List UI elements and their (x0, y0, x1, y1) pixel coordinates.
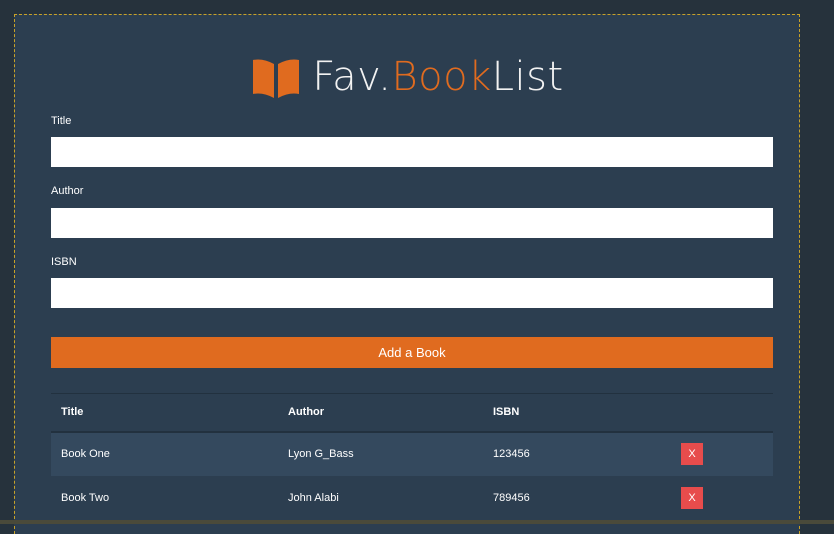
app-header: Fav.BookList (15, 49, 799, 105)
title-input[interactable] (51, 137, 773, 167)
app-title-fav: Fav. (312, 54, 392, 100)
table-header: Title Author ISBN (51, 393, 773, 432)
column-header-isbn: ISBN (493, 406, 520, 419)
app-container: Fav.BookList Title Author ISBN Add a Boo… (14, 14, 800, 534)
book-author-cell: Lyon G_Bass (288, 448, 354, 460)
isbn-field-label: ISBN (51, 256, 77, 268)
open-book-icon (250, 56, 302, 98)
book-actions-cell: X (671, 476, 773, 520)
book-author-cell: John Alabi (288, 491, 339, 504)
table-header-row: Title Author ISBN (51, 393, 773, 432)
app-title: Fav.BookList (312, 49, 563, 105)
book-isbn-cell: 789456 (493, 491, 530, 504)
add-book-button[interactable]: Add a Book (51, 337, 773, 368)
book-title-cell: Book Two (61, 491, 110, 504)
table-row: Book Two John Alabi 789456 X (51, 476, 773, 520)
author-input[interactable] (51, 208, 773, 238)
isbn-input[interactable] (51, 278, 773, 308)
book-actions-cell: X (671, 432, 773, 476)
table-row: Book One Lyon G_Bass 123456 X (51, 431, 773, 476)
column-header-author: Author (288, 406, 325, 419)
delete-book-button[interactable]: X (681, 443, 703, 465)
app-title-list: List (491, 54, 564, 100)
delete-book-button[interactable]: X (681, 486, 703, 509)
book-isbn-cell: 123456 (493, 448, 530, 460)
app-title-book: Book (391, 54, 492, 100)
page-bottom-edge (0, 520, 834, 524)
column-header-actions (671, 394, 773, 432)
column-header-title: Title (61, 406, 84, 419)
book-list: Book One Lyon G_Bass 123456 X Book Two J… (51, 431, 773, 520)
book-title-cell: Book One (61, 448, 110, 460)
title-field-label: Title (51, 115, 72, 127)
author-field-label: Author (51, 185, 84, 197)
book-list-table: Title Author ISBN Book One Lyon G_Bass 1… (51, 393, 773, 520)
